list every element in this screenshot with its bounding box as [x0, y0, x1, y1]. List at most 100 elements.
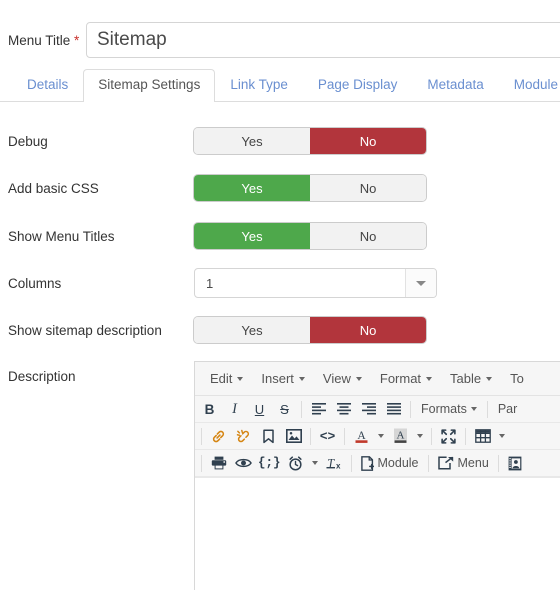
show-menu-titles-toggle[interactable]: Yes No: [194, 223, 426, 249]
debug-yes-option[interactable]: Yes: [194, 128, 310, 154]
show-menu-titles-yes-option[interactable]: Yes: [194, 223, 310, 249]
toolbar-separator: [201, 427, 202, 445]
columns-select[interactable]: 1: [194, 268, 437, 298]
required-asterisk: *: [74, 32, 80, 48]
background-color-chevron-down-icon[interactable]: [413, 425, 427, 448]
menu-button[interactable]: Menu: [433, 452, 494, 475]
preview-icon[interactable]: [231, 452, 256, 475]
toolbar-separator: [344, 427, 345, 445]
unlink-icon[interactable]: [231, 425, 256, 448]
toolbar-separator: [201, 454, 202, 472]
toolbar-separator: [301, 400, 302, 418]
fullscreen-icon[interactable]: [436, 425, 461, 448]
tab-page-display[interactable]: Page Display: [303, 69, 413, 101]
toolbar-separator: [310, 427, 311, 445]
chevron-down-icon: [470, 407, 477, 411]
formats-menu[interactable]: Formats: [415, 402, 483, 416]
align-left-icon[interactable]: [306, 398, 331, 421]
field-debug: Debug Yes No: [0, 126, 560, 156]
editor-toolbar-row-2: <> A A: [195, 423, 560, 450]
contact-button[interactable]: [503, 452, 528, 475]
tab-link-type[interactable]: Link Type: [215, 69, 303, 101]
menu-insert[interactable]: Insert: [252, 368, 314, 389]
field-show-menu-titles: Show Menu Titles Yes No: [0, 221, 560, 251]
joomla-menu-item-edit-page: Menu Title * Details Sitemap Settings Li…: [0, 0, 560, 590]
clear-formatting-icon[interactable]: T x: [322, 452, 347, 475]
paragraph-menu[interactable]: Par: [492, 402, 523, 416]
chevron-down-icon[interactable]: [405, 269, 436, 297]
italic-glyph: I: [232, 400, 237, 417]
bold-icon[interactable]: B: [197, 398, 222, 421]
menu-view[interactable]: View: [314, 368, 371, 389]
chevron-down-icon: [355, 376, 362, 381]
menu-edit-label: Edit: [210, 371, 233, 386]
field-columns: Columns 1: [0, 266, 560, 300]
show-sitemap-description-yes-option[interactable]: Yes: [194, 317, 310, 343]
table-icon[interactable]: [470, 425, 495, 448]
readmore-icon[interactable]: [283, 452, 308, 475]
field-add-basic-css: Add basic CSS Yes No: [0, 173, 560, 203]
field-show-sitemap-description: Show sitemap description Yes No: [0, 315, 560, 345]
add-basic-css-label: Add basic CSS: [8, 180, 99, 196]
editor-toolbar-row-3: {;} T x Module Menu: [195, 450, 560, 477]
table-chevron-down-icon[interactable]: [495, 425, 509, 448]
svg-text:A: A: [397, 429, 405, 441]
align-justify-icon[interactable]: [381, 398, 406, 421]
toolbar-separator: [427, 454, 429, 472]
tab-metadata[interactable]: Metadata: [412, 69, 498, 101]
text-color-chevron-down-icon[interactable]: [374, 425, 388, 448]
image-icon[interactable]: [281, 425, 306, 448]
columns-label: Columns: [8, 275, 62, 291]
svg-text:x: x: [336, 461, 341, 470]
chevron-down-icon: [426, 376, 433, 381]
show-sitemap-description-label: Show sitemap description: [8, 322, 162, 338]
menu-edit[interactable]: Edit: [201, 368, 252, 389]
add-basic-css-no-option[interactable]: No: [310, 175, 426, 201]
module-button-label: Module: [377, 456, 419, 470]
link-icon[interactable]: [206, 425, 231, 448]
menu-format[interactable]: Format: [371, 368, 441, 389]
underline-glyph: U: [254, 401, 265, 417]
debug-label: Debug: [8, 133, 48, 149]
background-color-icon[interactable]: A: [388, 425, 413, 448]
add-basic-css-toggle[interactable]: Yes No: [194, 175, 426, 201]
bold-glyph: B: [204, 401, 215, 417]
editor-content-area[interactable]: [195, 477, 560, 590]
toolbar-separator: [486, 400, 488, 418]
menu-tools[interactable]: To: [501, 368, 533, 389]
toolbar-separator: [497, 454, 499, 472]
debug-no-option[interactable]: No: [310, 128, 426, 154]
menu-title-input[interactable]: [86, 22, 560, 58]
readmore-chevron-down-icon[interactable]: [308, 452, 322, 475]
show-sitemap-description-no-option[interactable]: No: [310, 317, 426, 343]
chevron-down-icon: [486, 376, 493, 381]
strikethrough-icon[interactable]: S: [272, 398, 297, 421]
text-color-icon[interactable]: A: [349, 425, 374, 448]
menu-table[interactable]: Table: [441, 368, 501, 389]
columns-selected-value: 1: [206, 275, 214, 291]
description-editor: Edit Insert View Format Table To B I U S…: [194, 361, 560, 590]
align-right-icon[interactable]: [356, 398, 381, 421]
print-icon[interactable]: [206, 452, 231, 475]
show-menu-titles-no-option[interactable]: No: [310, 223, 426, 249]
menu-title-label: Menu Title *: [0, 33, 86, 48]
underline-icon[interactable]: U: [247, 398, 272, 421]
anchor-icon[interactable]: [256, 425, 281, 448]
align-center-icon[interactable]: [331, 398, 356, 421]
debug-toggle[interactable]: Yes No: [194, 128, 426, 154]
editor-menubar: Edit Insert View Format Table To: [195, 362, 560, 396]
toolbar-separator: [431, 427, 432, 445]
module-button[interactable]: Module: [356, 452, 424, 475]
paragraph-menu-label: Par: [497, 402, 518, 416]
source-code-icon[interactable]: <>: [315, 425, 340, 448]
template-icon[interactable]: {;}: [256, 452, 283, 475]
tab-sitemap-settings[interactable]: Sitemap Settings: [83, 69, 216, 102]
add-basic-css-yes-option[interactable]: Yes: [194, 175, 310, 201]
menu-insert-label: Insert: [261, 371, 294, 386]
italic-icon[interactable]: I: [222, 398, 247, 421]
tab-module-assignment[interactable]: Module A: [499, 69, 560, 101]
menu-tools-label: To: [510, 371, 524, 386]
show-menu-titles-label: Show Menu Titles: [8, 228, 115, 244]
tab-details[interactable]: Details: [12, 69, 83, 101]
show-sitemap-description-toggle[interactable]: Yes No: [194, 317, 426, 343]
